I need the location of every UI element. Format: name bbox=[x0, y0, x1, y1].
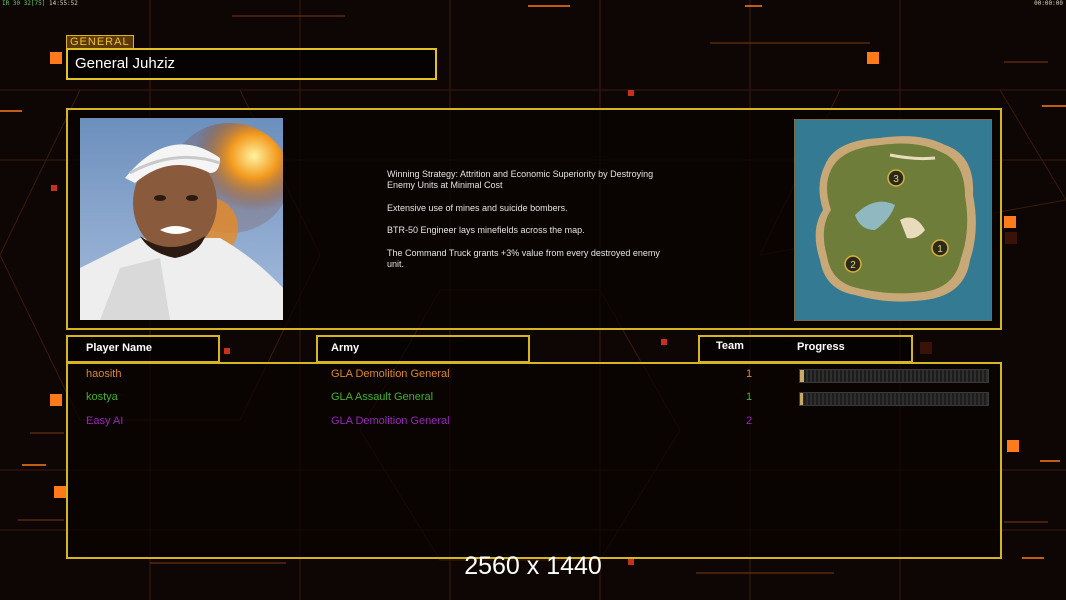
table-row: haosith GLA Demolition General 1 bbox=[68, 365, 1000, 385]
loading-progress-bar bbox=[799, 369, 989, 383]
start-position-marker: 2 bbox=[844, 255, 862, 273]
strategy-line: Winning Strategy: Attrition and Economic… bbox=[387, 169, 654, 190]
team-header: Team bbox=[716, 340, 744, 352]
player-team: 1 bbox=[746, 368, 753, 380]
progress-header: Progress bbox=[797, 341, 845, 353]
general-tag: GENERAL bbox=[66, 35, 134, 49]
player-name-header: Player Name bbox=[86, 342, 153, 354]
resolution-label: 2560 x 1440 bbox=[464, 552, 602, 580]
map-preview: 3 1 2 bbox=[794, 119, 992, 321]
general-title-box: General Juhziz bbox=[66, 48, 437, 80]
start-position-marker: 1 bbox=[931, 239, 949, 257]
table-row: Easy AI GLA Demolition General 2 bbox=[68, 412, 1000, 432]
player-army: GLA Assault General bbox=[331, 391, 434, 403]
hud-status-c: [75] bbox=[30, 0, 46, 7]
general-name: General Juhziz bbox=[75, 55, 176, 72]
table-row: kostya GLA Assault General 1 bbox=[68, 388, 1000, 408]
player-army: GLA Demolition General bbox=[331, 368, 450, 380]
player-army: GLA Demolition General bbox=[331, 415, 450, 427]
start-position-marker: 3 bbox=[887, 169, 905, 187]
progress-fill bbox=[800, 370, 804, 382]
hud-game-timer: 00:00:00 bbox=[1034, 0, 1063, 7]
start-label: 3 bbox=[893, 174, 899, 185]
hud-status-b: 30 32 bbox=[12, 0, 31, 7]
player-name: Easy AI bbox=[86, 415, 124, 427]
hud-status-a: IR bbox=[2, 0, 10, 7]
hud-clock: 14:55:52 bbox=[49, 0, 78, 7]
player-team: 1 bbox=[746, 391, 753, 403]
strategy-line: Extensive use of mines and suicide bombe… bbox=[387, 202, 568, 213]
player-name: kostya bbox=[86, 391, 118, 403]
army-header: Army bbox=[331, 342, 360, 354]
player-team: 2 bbox=[746, 415, 753, 427]
player-list: haosith GLA Demolition General 1 kostya … bbox=[66, 362, 1002, 559]
start-label: 2 bbox=[850, 260, 856, 271]
player-name: haosith bbox=[86, 368, 122, 380]
column-header-team-progress: Team Progress bbox=[698, 335, 913, 363]
hud-status-left: IR 30 32[75] 14:55:52 bbox=[2, 0, 78, 7]
strategy-line: BTR-50 Engineer lays minefields across t… bbox=[387, 225, 585, 235]
column-header-player-name: Player Name bbox=[66, 335, 220, 363]
column-header-army: Army bbox=[316, 335, 530, 363]
progress-fill bbox=[800, 393, 803, 405]
strategy-line: The Command Truck grants +3% value from … bbox=[387, 247, 660, 269]
loading-progress-bar bbox=[799, 392, 989, 406]
start-label: 1 bbox=[937, 244, 943, 255]
strategy-description: Winning Strategy: Attrition and Economic… bbox=[387, 169, 707, 281]
general-portrait bbox=[80, 118, 283, 320]
